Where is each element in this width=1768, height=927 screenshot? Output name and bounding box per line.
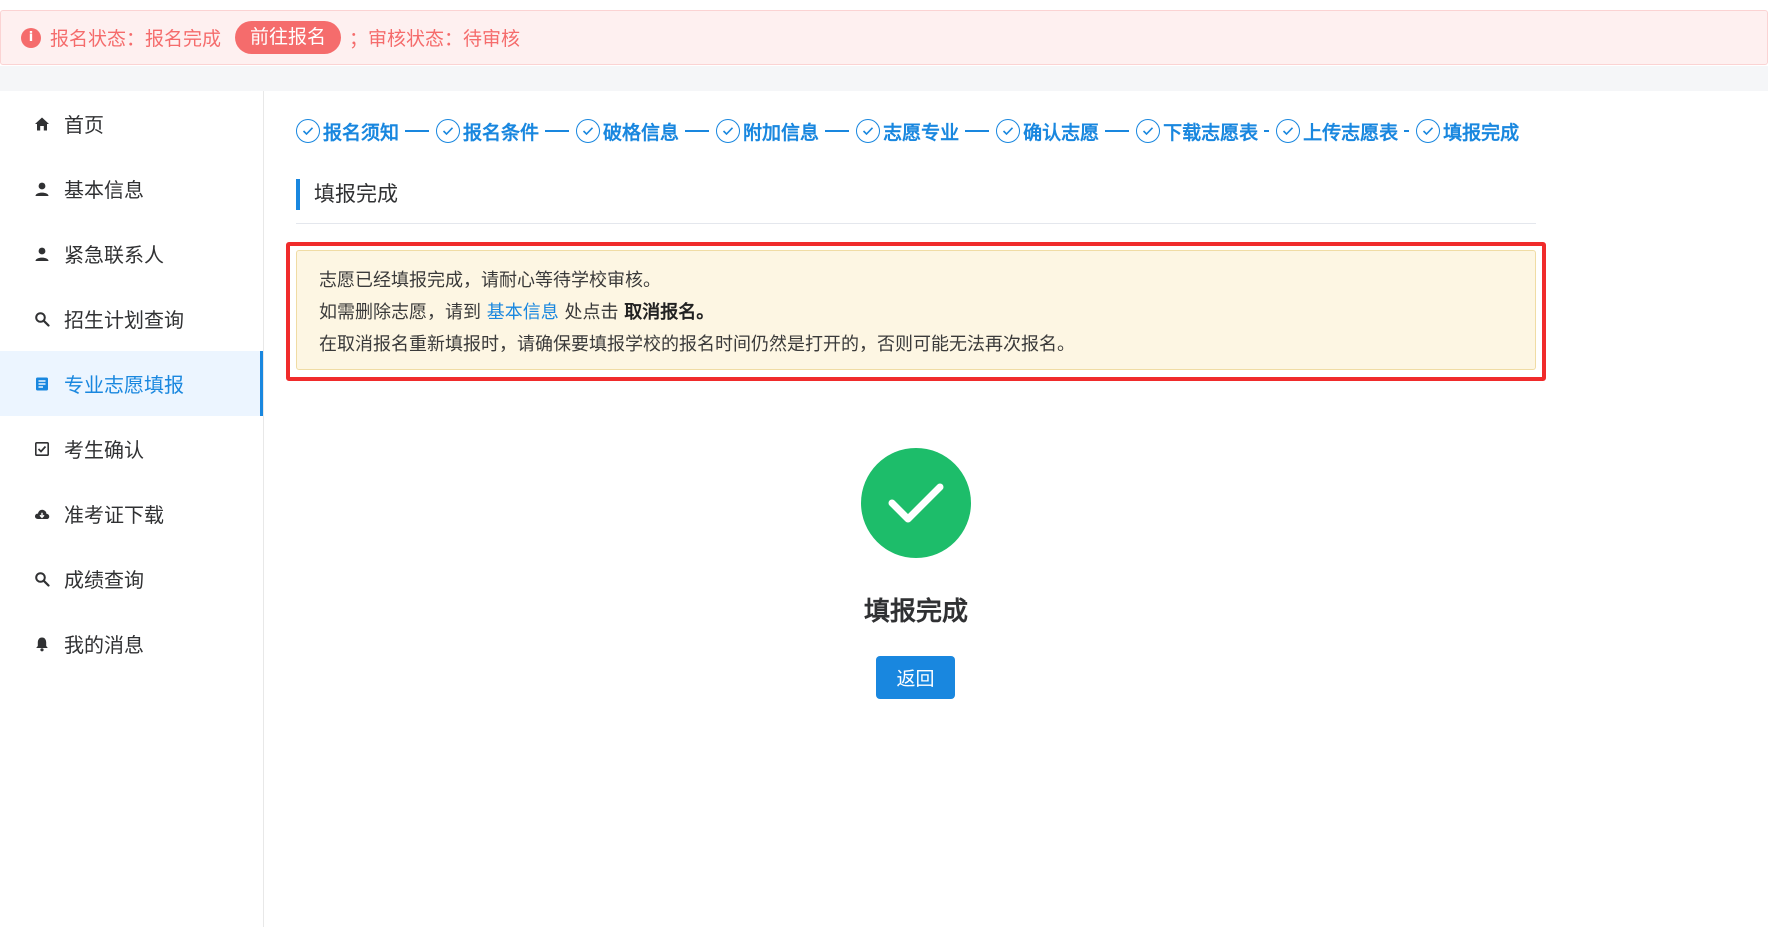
sidebar: 首页 基本信息 紧急联系人 招生计划查询 专业志愿填报 考生确认 准考证下载 成…	[0, 91, 264, 927]
sidebar-item-label: 成绩查询	[64, 568, 144, 592]
sidebar-item-label: 紧急联系人	[64, 243, 164, 267]
step-connector	[825, 130, 850, 132]
step-connector	[545, 130, 570, 132]
step-connector	[1404, 130, 1410, 132]
goto-registration-button[interactable]: 前往报名	[235, 21, 342, 54]
page: i 报名状态：报名完成 前往报名 ；审核状态：待审核 首页 基本信息 紧急联系人	[0, 0, 1768, 927]
basic-info-link[interactable]: 基本信息	[487, 302, 559, 323]
sidebar-item-messages[interactable]: 我的消息	[0, 611, 263, 676]
sidebar-item-candidate-confirm[interactable]: 考生确认	[0, 416, 263, 481]
step-label: 报名须知	[323, 121, 400, 144]
success-check-icon	[861, 448, 971, 558]
notice-line-2-middle: 处点击	[564, 302, 619, 323]
notice-line-3: 在取消报名重新填报时，请确保要填报学校的报名时间仍然是打开的，否则可能无法再次报…	[319, 334, 1075, 355]
step-download-form[interactable]: 下载志愿表	[1136, 118, 1258, 145]
step-notice[interactable]: 报名须知	[296, 118, 399, 145]
sidebar-item-label: 准考证下载	[64, 503, 164, 527]
step-conditions[interactable]: 报名条件	[436, 118, 539, 145]
check-circle-icon	[1136, 119, 1161, 143]
step-additional-info[interactable]: 附加信息	[716, 118, 819, 145]
checkbox-icon	[34, 441, 50, 457]
result-title: 填报完成	[863, 597, 968, 627]
section-title: 填报完成	[296, 179, 1536, 210]
check-circle-icon	[296, 119, 320, 143]
step-complete[interactable]: 填报完成	[1416, 118, 1519, 145]
sidebar-item-label: 考生确认	[64, 438, 144, 462]
user-icon	[34, 181, 50, 197]
sidebar-item-emergency-contact[interactable]: 紧急联系人	[0, 221, 263, 286]
step-connector	[685, 130, 710, 132]
back-button[interactable]: 返回	[876, 656, 955, 699]
sidebar-item-label: 招生计划查询	[64, 308, 184, 332]
step-label: 附加信息	[743, 121, 820, 144]
info-icon: i	[21, 27, 41, 48]
step-label: 破格信息	[603, 121, 680, 144]
sidebar-item-enrollment-plan[interactable]: 招生计划查询	[0, 286, 263, 351]
step-confirm-choice[interactable]: 确认志愿	[996, 118, 1099, 145]
document-icon	[34, 376, 50, 392]
step-label: 确认志愿	[1023, 121, 1100, 144]
notice-line-2-prefix: 如需删除志愿，请到	[319, 302, 481, 323]
user-icon	[34, 246, 50, 262]
divider	[296, 223, 1536, 224]
sidebar-item-major-application[interactable]: 专业志愿填报	[0, 351, 263, 416]
step-connector	[1264, 130, 1270, 132]
step-connector	[1105, 130, 1130, 132]
cloud-download-icon	[34, 506, 50, 522]
step-exception-info[interactable]: 破格信息	[576, 118, 679, 145]
header-gap	[0, 66, 1768, 91]
check-circle-icon	[576, 119, 601, 143]
step-major-choice[interactable]: 志愿专业	[856, 118, 959, 145]
home-icon	[34, 116, 50, 132]
sidebar-item-home[interactable]: 首页	[0, 91, 263, 156]
step-label: 报名条件	[463, 121, 540, 144]
search-icon	[34, 311, 50, 327]
step-upload-form[interactable]: 上传志愿表	[1276, 118, 1398, 145]
bell-icon	[34, 636, 50, 652]
completion-notice: 志愿已经填报完成，请耐心等待学校审核。 如需删除志愿，请到 基本信息 处点击 取…	[296, 250, 1536, 370]
registration-status-text: 报名状态：报名完成	[50, 28, 222, 50]
step-label: 志愿专业	[883, 121, 960, 144]
step-label: 上传志愿表	[1303, 121, 1399, 144]
cancel-registration-text: 取消报名。	[624, 302, 715, 323]
sidebar-item-label: 首页	[64, 113, 104, 137]
check-circle-icon	[996, 119, 1021, 143]
sidebar-item-admission-ticket[interactable]: 准考证下载	[0, 481, 263, 546]
check-circle-icon	[1276, 119, 1301, 143]
check-circle-icon	[716, 119, 741, 143]
main-content: 报名须知 报名条件 破格信息 附加信息 志愿专业 确认志愿 下载志愿表 上传志愿…	[264, 91, 1768, 927]
review-status-text: ；审核状态：待审核	[349, 28, 521, 50]
sidebar-item-score-query[interactable]: 成绩查询	[0, 546, 263, 611]
notice-line-2: 如需删除志愿，请到 基本信息 处点击 取消报名。	[319, 297, 1513, 329]
step-connector	[965, 130, 990, 132]
sidebar-item-label: 专业志愿填报	[64, 373, 184, 397]
step-label: 下载志愿表	[1163, 121, 1259, 144]
registration-status-alert: i 报名状态：报名完成 前往报名 ；审核状态：待审核	[0, 10, 1768, 65]
notice-line-1: 志愿已经填报完成，请耐心等待学校审核。	[319, 270, 661, 291]
check-circle-icon	[1416, 119, 1441, 143]
check-circle-icon	[436, 119, 461, 143]
application-steps: 报名须知 报名条件 破格信息 附加信息 志愿专业 确认志愿 下载志愿表 上传志愿…	[296, 117, 1519, 145]
sidebar-item-basic-info[interactable]: 基本信息	[0, 156, 263, 221]
search-icon	[34, 571, 50, 587]
sidebar-item-label: 基本信息	[64, 178, 144, 202]
step-label: 填报完成	[1443, 121, 1520, 144]
check-circle-icon	[856, 119, 881, 143]
step-connector	[405, 130, 430, 132]
sidebar-item-label: 我的消息	[64, 633, 144, 657]
